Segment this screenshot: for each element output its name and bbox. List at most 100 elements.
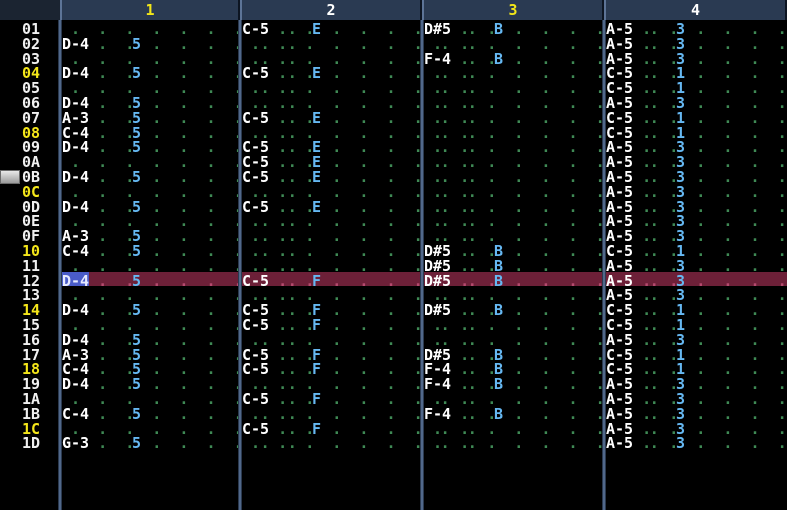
instrument-cell[interactable]: 5 [132, 345, 142, 364]
instrument-cell[interactable]: 3 [676, 434, 686, 452]
instrument-cell[interactable]: 5 [132, 64, 142, 82]
instrument-cell[interactable]: 5 [132, 360, 142, 378]
position-slider-handle[interactable] [0, 170, 20, 184]
instrument-cell[interactable]: B [494, 404, 504, 423]
note-cell[interactable]: A-3 [62, 108, 90, 127]
note-cell[interactable]: G-3 [62, 434, 90, 452]
note-cell[interactable]: C-5 [242, 20, 270, 38]
note-cell[interactable]: D-4 [62, 64, 90, 82]
instrument-cell[interactable]: 1 [676, 316, 686, 334]
instrument-cell[interactable]: 3 [676, 182, 686, 201]
instrument-cell[interactable]: 5 [132, 227, 142, 245]
instrument-cell[interactable]: 5 [132, 301, 142, 319]
instrument-cell[interactable]: 5 [132, 34, 142, 53]
note-cell[interactable]: C-5 [606, 316, 634, 334]
note-cell[interactable]: D-4 [62, 138, 90, 156]
channel-header-1[interactable]: 1 [60, 0, 240, 20]
note-cell[interactable]: A-3 [62, 227, 90, 245]
instrument-cell[interactable]: 3 [676, 390, 686, 408]
instrument-cell[interactable]: 5 [132, 168, 142, 186]
instrument-cell[interactable]: 5 [132, 434, 142, 452]
note-cell[interactable]: D-4 [62, 168, 90, 186]
note-cell[interactable]: D-4 [62, 197, 90, 216]
note-cell[interactable]: C-5 [606, 123, 634, 142]
note-cell[interactable]: D-4 [62, 34, 90, 53]
note-cell[interactable]: A-5 [606, 419, 634, 438]
note-cell[interactable]: C-5 [242, 168, 270, 186]
instrument-cell[interactable]: 3 [676, 197, 686, 216]
instrument-cell[interactable]: 3 [676, 286, 686, 304]
instrument-cell[interactable]: 5 [132, 108, 142, 127]
note-cell[interactable]: F-4 [424, 360, 452, 378]
note-cell[interactable]: A-5 [606, 390, 634, 408]
instrument-cell[interactable]: B [494, 271, 504, 290]
instrument-cell[interactable]: B [494, 20, 504, 38]
instrument-cell[interactable]: 1 [676, 242, 686, 260]
note-cell[interactable]: A-5 [606, 153, 634, 171]
note-cell[interactable]: A-5 [606, 34, 634, 53]
note-cell[interactable]: C-5 [242, 197, 270, 216]
instrument-cell[interactable]: 3 [676, 256, 686, 275]
instrument-cell[interactable]: E [312, 197, 322, 216]
note-cell[interactable]: A-5 [606, 227, 634, 245]
note-cell[interactable]: C-4 [62, 360, 90, 378]
note-cell[interactable]: D#5 [424, 345, 452, 364]
instrument-cell[interactable]: 5 [132, 404, 142, 423]
instrument-cell[interactable]: B [494, 375, 504, 393]
note-cell[interactable]: F-4 [424, 49, 452, 68]
channel-header-2[interactable]: 2 [240, 0, 422, 20]
instrument-cell[interactable]: 5 [132, 197, 142, 216]
note-cell[interactable]: C-5 [242, 153, 270, 171]
note-cell[interactable]: D-4 [62, 375, 90, 393]
note-cell[interactable]: F-4 [424, 375, 452, 393]
instrument-cell[interactable]: B [494, 360, 504, 378]
instrument-cell[interactable]: 3 [676, 375, 686, 393]
note-cell[interactable]: F-4 [424, 404, 452, 423]
note-cell[interactable]: A-3 [62, 345, 90, 364]
note-cell[interactable]: A-5 [606, 375, 634, 393]
instrument-cell[interactable]: 3 [676, 153, 686, 171]
note-cell[interactable]: C-5 [606, 108, 634, 127]
note-cell[interactable]: D-4 [62, 94, 90, 112]
note-cell[interactable]: A-5 [606, 256, 634, 275]
instrument-cell[interactable]: E [312, 138, 322, 156]
note-cell[interactable]: A-5 [606, 197, 634, 216]
note-cell[interactable]: A-5 [606, 212, 634, 230]
instrument-cell[interactable]: 1 [676, 64, 686, 82]
instrument-cell[interactable]: 3 [676, 271, 686, 290]
note-cell[interactable]: A-5 [606, 434, 634, 452]
instrument-cell[interactable]: 5 [132, 138, 142, 156]
pattern-editor[interactable]: 1234 01 02 03 04 05 06 07 08 09 0A 0B 0C 0D 0E 0F 10 11 1… [0, 0, 787, 510]
instrument-cell[interactable]: E [312, 168, 322, 186]
instrument-cell[interactable]: F [312, 360, 322, 378]
instrument-cell[interactable]: 5 [132, 330, 142, 349]
instrument-cell[interactable]: 5 [132, 242, 142, 260]
instrument-cell[interactable]: 3 [676, 419, 686, 438]
note-cell[interactable]: C-5 [242, 138, 270, 156]
note-cell[interactable]: D#5 [424, 242, 452, 260]
instrument-cell[interactable]: 1 [676, 301, 686, 319]
instrument-cell[interactable]: F [312, 271, 322, 290]
note-cell[interactable]: A-5 [606, 404, 634, 423]
instrument-cell[interactable]: E [312, 153, 322, 171]
instrument-cell[interactable]: 3 [676, 227, 686, 245]
channel-header-3[interactable]: 3 [422, 0, 604, 20]
instrument-cell[interactable]: F [312, 345, 322, 364]
channel-header-4[interactable]: 4 [604, 0, 787, 20]
note-cell[interactable]: D#5 [424, 20, 452, 38]
instrument-cell[interactable]: 1 [676, 108, 686, 127]
note-cell[interactable]: C-5 [606, 79, 634, 97]
instrument-cell[interactable]: 3 [676, 330, 686, 349]
note-cell[interactable]: A-5 [606, 20, 634, 38]
note-cell[interactable]: A-5 [606, 49, 634, 68]
instrument-cell[interactable]: E [312, 108, 322, 127]
note-cell[interactable]: C-4 [62, 123, 90, 142]
instrument-cell[interactable]: 3 [676, 34, 686, 53]
instrument-cell[interactable]: 5 [132, 375, 142, 393]
note-cell[interactable]: C-5 [242, 390, 270, 408]
instrument-cell[interactable]: F [312, 419, 322, 438]
instrument-cell[interactable]: B [494, 49, 504, 68]
note-cell[interactable]: C-5 [242, 345, 270, 364]
note-cell[interactable]: C-5 [606, 242, 634, 260]
instrument-cell[interactable]: B [494, 256, 504, 275]
